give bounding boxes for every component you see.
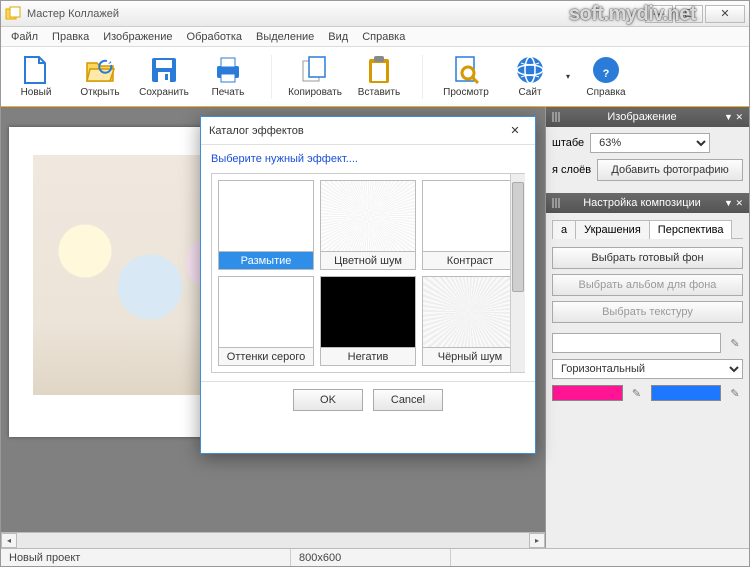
menubar: Файл Правка Изображение Обработка Выделе…	[1, 27, 749, 47]
help-icon: ?	[591, 55, 621, 85]
panel-composition-title: Настройка композиции	[564, 197, 720, 209]
minimize-button[interactable]: —	[645, 5, 673, 23]
preview-label: Просмотр	[443, 87, 489, 98]
site-dropdown[interactable]: ▾	[563, 72, 573, 81]
open-button[interactable]: Открыть	[69, 50, 131, 104]
choose-album-button[interactable]: Выбрать альбом для фона	[552, 274, 743, 296]
floppy-icon	[149, 55, 179, 85]
dialog-close-button[interactable]: ✕	[503, 122, 527, 140]
effect-blur[interactable]: Размытие	[218, 180, 314, 270]
open-label: Открыть	[80, 87, 119, 98]
scale-label: штабе	[552, 137, 584, 149]
color-swatch-1[interactable]	[552, 385, 623, 401]
close-button[interactable]: ✕	[705, 5, 745, 23]
app-window: Мастер Коллажей — ☐ ✕ Файл Правка Изобра…	[0, 0, 750, 567]
panel-collapse-icon[interactable]: ▼ ✕	[724, 198, 743, 209]
preview-button[interactable]: Просмотр	[435, 50, 497, 104]
tab-decor[interactable]: Украшения	[575, 220, 650, 239]
eyedropper-icon[interactable]: ✎	[727, 385, 743, 401]
status-dimensions: 800x600	[291, 549, 451, 566]
text-input[interactable]	[552, 333, 721, 353]
tab-perspective[interactable]: Перспектива	[649, 220, 733, 239]
window-title: Мастер Коллажей	[27, 8, 119, 20]
scroll-right-arrow[interactable]: ▸	[529, 533, 545, 548]
horizontal-scrollbar[interactable]: ◂ ▸	[1, 532, 545, 548]
effects-grid: Размытие Цветной шум Контраст Оттенки се…	[211, 173, 525, 373]
toolbar-separator	[422, 55, 423, 99]
effect-negative[interactable]: Негатив	[320, 276, 416, 366]
effect-black-noise[interactable]: Чёрный шум	[422, 276, 518, 366]
eyedropper-icon[interactable]: ✎	[629, 385, 645, 401]
choose-texture-button[interactable]: Выбрать текстуру	[552, 301, 743, 323]
scroll-left-arrow[interactable]: ◂	[1, 533, 17, 548]
effect-grayscale[interactable]: Оттенки серого	[218, 276, 314, 366]
globe-icon	[515, 55, 545, 85]
statusbar: Новый проект 800x600	[1, 548, 749, 566]
dialog-buttons: OK Cancel	[201, 381, 535, 417]
help-button[interactable]: ? Справка	[575, 50, 637, 104]
dialog-hint: Выберите нужный эффект....	[201, 145, 535, 165]
ok-button[interactable]: OK	[293, 389, 363, 411]
site-button[interactable]: Сайт	[499, 50, 561, 104]
toolbar-separator	[271, 55, 272, 99]
print-button[interactable]: Печать	[197, 50, 259, 104]
dialog-titlebar[interactable]: Каталог эффектов ✕	[201, 117, 535, 145]
app-icon	[5, 6, 21, 22]
effect-contrast[interactable]: Контраст	[422, 180, 518, 270]
eyedropper-icon[interactable]: ✎	[727, 335, 743, 351]
side-panels: Изображение ▼ ✕ штабе 63% я слоёв Добави…	[545, 107, 749, 548]
new-button[interactable]: Новый	[5, 50, 67, 104]
new-label: Новый	[21, 87, 52, 98]
panel-image-title: Изображение	[564, 111, 720, 123]
grip-icon	[552, 198, 560, 208]
print-label: Печать	[212, 87, 245, 98]
printer-icon	[213, 55, 243, 85]
composition-tabs: а Украшения Перспектива	[552, 219, 743, 239]
cancel-button[interactable]: Cancel	[373, 389, 443, 411]
magnifier-icon	[451, 55, 481, 85]
copy-label: Копировать	[288, 87, 342, 98]
help-label: Справка	[586, 87, 625, 98]
copy-button[interactable]: Копировать	[284, 50, 346, 104]
menu-image[interactable]: Изображение	[97, 29, 178, 45]
color-swatch-2[interactable]	[651, 385, 722, 401]
new-file-icon	[21, 55, 51, 85]
layers-label: я слоёв	[552, 164, 591, 176]
toolbar: Новый Открыть Сохранить Печать Копироват…	[1, 47, 749, 107]
menu-file[interactable]: Файл	[5, 29, 44, 45]
panel-image-header[interactable]: Изображение ▼ ✕	[546, 107, 749, 127]
panel-composition-body: а Украшения Перспектива Выбрать готовый …	[546, 213, 749, 548]
menu-select[interactable]: Выделение	[250, 29, 320, 45]
save-label: Сохранить	[139, 87, 189, 98]
effect-color-noise[interactable]: Цветной шум	[320, 180, 416, 270]
paste-label: Вставить	[358, 87, 400, 98]
choose-bg-button[interactable]: Выбрать готовый фон	[552, 247, 743, 269]
paste-button[interactable]: Вставить	[348, 50, 410, 104]
status-project: Новый проект	[1, 549, 291, 566]
panel-collapse-icon[interactable]: ▼ ✕	[724, 112, 743, 123]
titlebar: Мастер Коллажей — ☐ ✕	[1, 1, 749, 27]
copy-icon	[300, 55, 330, 85]
menu-edit[interactable]: Правка	[46, 29, 95, 45]
add-photo-button[interactable]: Добавить фотографию	[597, 159, 743, 181]
clipboard-icon	[364, 55, 394, 85]
tab-partial[interactable]: а	[552, 220, 576, 239]
svg-text:?: ?	[603, 68, 610, 80]
effects-dialog: Каталог эффектов ✕ Выберите нужный эффек…	[200, 116, 536, 454]
menu-help[interactable]: Справка	[356, 29, 411, 45]
scroll-track[interactable]	[17, 533, 529, 548]
site-label: Сайт	[518, 87, 541, 98]
dialog-title: Каталог эффектов	[209, 125, 304, 137]
orientation-combo[interactable]: Горизонтальный	[552, 359, 743, 379]
menu-view[interactable]: Вид	[322, 29, 354, 45]
panel-composition-header[interactable]: Настройка композиции ▼ ✕	[546, 193, 749, 213]
save-button[interactable]: Сохранить	[133, 50, 195, 104]
panel-image-body: штабе 63% я слоёв Добавить фотографию	[546, 127, 749, 193]
folder-open-icon	[85, 55, 115, 85]
grip-icon	[552, 112, 560, 122]
dialog-scrollbar[interactable]	[510, 174, 525, 372]
scale-combo[interactable]: 63%	[590, 133, 710, 153]
maximize-button[interactable]: ☐	[675, 5, 703, 23]
menu-process[interactable]: Обработка	[181, 29, 248, 45]
